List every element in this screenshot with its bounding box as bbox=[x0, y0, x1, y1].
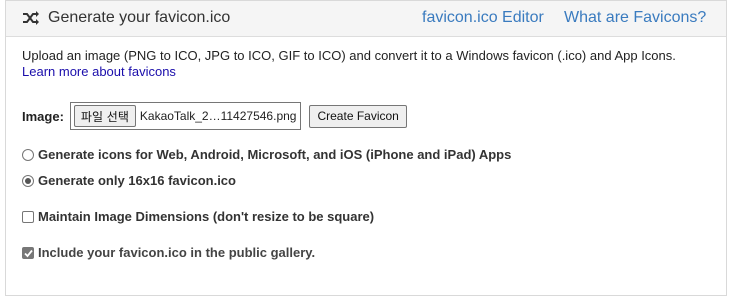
file-input[interactable]: 파일 선택 KakaoTalk_2…11427546.png bbox=[69, 102, 302, 130]
option-maintain-dimensions-label: Maintain Image Dimensions (don't resize … bbox=[38, 209, 375, 224]
description-text: Upload an image (PNG to ICO, JPG to ICO,… bbox=[22, 48, 676, 63]
option-generate-16[interactable]: Generate only 16x16 favicon.ico bbox=[22, 173, 236, 188]
what-are-favicons-link[interactable]: What are Favicons? bbox=[564, 9, 706, 27]
image-label: Image: bbox=[22, 108, 64, 124]
radio-generate-16[interactable] bbox=[22, 174, 34, 187]
image-upload-row: Image: 파일 선택 KakaoTalk_2…11427546.png Cr… bbox=[22, 101, 407, 131]
favicon-generator-panel: Generate your favicon.ico favicon.ico Ed… bbox=[5, 0, 727, 296]
shuffle-icon bbox=[22, 10, 40, 26]
choose-file-button[interactable]: 파일 선택 bbox=[73, 105, 136, 127]
favicon-editor-link[interactable]: favicon.ico Editor bbox=[422, 9, 544, 27]
checkmark-icon bbox=[24, 249, 33, 257]
create-favicon-button[interactable]: Create Favicon bbox=[309, 104, 407, 128]
panel-header: Generate your favicon.ico favicon.ico Ed… bbox=[6, 1, 726, 37]
option-include-gallery[interactable]: Include your favicon.ico in the public g… bbox=[22, 245, 315, 260]
selected-file-name: KakaoTalk_2…11427546.png bbox=[139, 109, 297, 123]
learn-more-link[interactable]: Learn more about favicons bbox=[22, 64, 176, 79]
description: Upload an image (PNG to ICO, JPG to ICO,… bbox=[22, 48, 712, 80]
radio-generate-web[interactable] bbox=[22, 148, 34, 161]
option-generate-web[interactable]: Generate icons for Web, Android, Microso… bbox=[22, 147, 511, 162]
option-generate-web-label: Generate icons for Web, Android, Microso… bbox=[38, 147, 512, 162]
checkbox-maintain-dimensions[interactable] bbox=[22, 210, 34, 223]
option-generate-16-label: Generate only 16x16 favicon.ico bbox=[38, 173, 236, 188]
page-title: Generate your favicon.ico bbox=[48, 9, 231, 26]
option-include-gallery-label: Include your favicon.ico in the public g… bbox=[38, 245, 316, 260]
checkbox-include-gallery[interactable] bbox=[22, 246, 34, 259]
option-maintain-dimensions[interactable]: Maintain Image Dimensions (don't resize … bbox=[22, 209, 374, 224]
